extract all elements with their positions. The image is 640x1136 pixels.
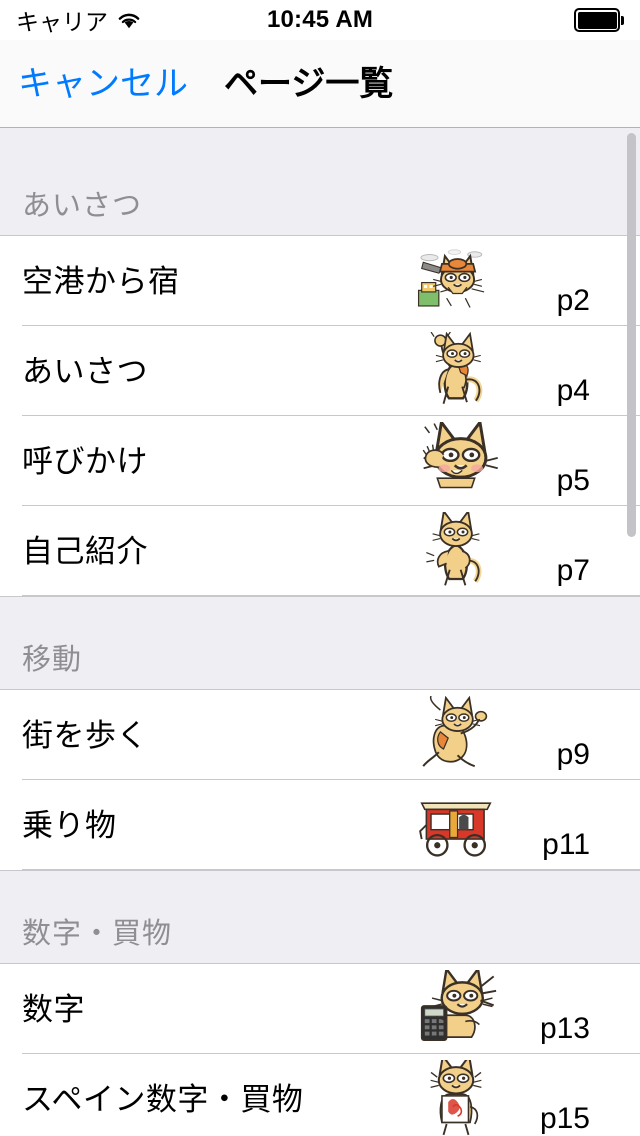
section-header: あいさつ <box>0 128 640 236</box>
wifi-icon <box>116 10 142 30</box>
rickshaw-icon <box>410 786 502 864</box>
page-list-row[interactable]: 自己紹介 p7 <box>0 506 640 596</box>
app-screen: キャリア 10:45 AM キャンセル ページ一覧 あいさつ 空港から宿 p2 あいさ… <box>0 0 640 1136</box>
battery-full-icon <box>574 8 624 32</box>
vertical-scrollbar[interactable] <box>627 133 636 537</box>
carrier-label: キャリア <box>16 9 108 35</box>
row-title: 街を歩く <box>22 717 148 753</box>
cat-shopping-icon <box>410 1060 502 1136</box>
row-page-number: p9 <box>556 738 590 771</box>
status-bar-left: キャリア <box>16 3 142 37</box>
page-list-row[interactable]: 空港から宿 p2 <box>0 236 640 326</box>
row-page-number: p15 <box>539 1102 590 1135</box>
row-title: 空港から宿 <box>22 263 180 299</box>
row-page-number: p2 <box>556 284 590 317</box>
row-title: あいさつ <box>22 353 148 389</box>
page-list-row[interactable]: 乗り物 p11 <box>0 780 640 870</box>
row-page-number: p13 <box>539 1012 590 1045</box>
cat-introducing-icon <box>410 512 502 590</box>
row-page-number: p7 <box>556 554 590 587</box>
page-list-row[interactable]: 街を歩く p9 <box>0 690 640 780</box>
row-title: 乗り物 <box>22 807 117 843</box>
cat-walking-icon <box>410 696 502 774</box>
row-title: 自己紹介 <box>22 533 148 569</box>
section-header: 移動 <box>0 596 640 690</box>
cat-airport-icon <box>410 242 502 320</box>
navigation-bar: キャンセル ページ一覧 <box>0 40 640 128</box>
section-title: あいさつ <box>22 190 143 222</box>
section-title: 数字・買物 <box>22 918 173 950</box>
section-header: 数字・買物 <box>0 870 640 964</box>
row-title: 数字 <box>22 991 85 1027</box>
section-title: 移動 <box>22 644 83 676</box>
row-title: スペイン数字・買物 <box>22 1081 304 1117</box>
page-list-row[interactable]: 呼びかけ p5 <box>0 416 640 506</box>
row-page-number: p11 <box>542 828 590 861</box>
page-list-table[interactable]: あいさつ 空港から宿 p2 あいさつ p4 呼びかけ p5 自己紹介 p7 移動 街を歩く p9 乗り物… <box>0 128 640 1136</box>
row-page-number: p5 <box>556 464 590 497</box>
row-page-number: p4 <box>556 374 590 407</box>
cat-calculator-icon <box>410 970 502 1048</box>
status-bar: キャリア 10:45 AM <box>0 0 640 40</box>
page-list-row[interactable]: 数字 p13 <box>0 964 640 1054</box>
cancel-button[interactable]: キャンセル <box>18 67 188 101</box>
page-list-row[interactable]: あいさつ p4 <box>0 326 640 416</box>
cat-waving-icon <box>410 332 502 410</box>
row-title: 呼びかけ <box>22 443 148 479</box>
page-list-row[interactable]: スペイン数字・買物 p15 <box>0 1054 640 1136</box>
status-bar-right <box>574 8 624 32</box>
page-title: ページ一覧 <box>224 64 394 103</box>
cat-calling-icon <box>410 422 502 500</box>
